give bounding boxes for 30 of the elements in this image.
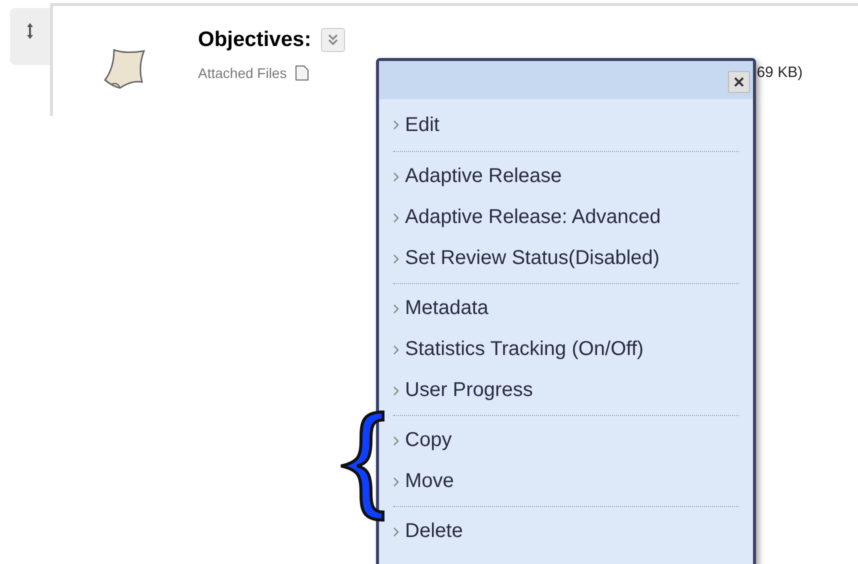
menu-item[interactable]: Metadata: [393, 288, 739, 329]
file-icon[interactable]: [294, 64, 309, 80]
menu-item[interactable]: Adaptive Release: [393, 156, 739, 197]
chevron-icon: [393, 254, 399, 264]
chevron-icon: [393, 120, 399, 130]
item-title: Objectives:: [198, 28, 312, 52]
menu-item[interactable]: Set Review Status(Disabled): [393, 238, 739, 279]
menu-item[interactable]: Move: [393, 461, 739, 502]
attached-files-label: Attached Files: [198, 64, 287, 80]
chevron-icon: [393, 172, 399, 182]
menu-item[interactable]: Adaptive Release: Advanced: [393, 197, 739, 238]
menu-item[interactable]: Delete: [393, 511, 739, 552]
file-size-text: 69 KB): [756, 64, 803, 81]
chevron-icon: [393, 304, 399, 314]
double-chevron-icon: [327, 33, 340, 47]
chevron-icon: [393, 344, 399, 354]
close-icon: [734, 77, 744, 87]
drag-handle[interactable]: [10, 8, 50, 65]
chevron-icon: [393, 212, 399, 222]
options-menu-button[interactable]: [321, 28, 346, 52]
menu-item[interactable]: Copy: [393, 420, 739, 461]
close-button[interactable]: [728, 71, 750, 93]
chevron-icon: [393, 476, 399, 486]
vertical-arrows-icon: [26, 22, 34, 40]
chevron-icon: [393, 436, 399, 446]
menu-item[interactable]: Statistics Tracking (On/Off): [393, 329, 739, 370]
menu-item[interactable]: User Progress: [393, 370, 739, 411]
menu-item[interactable]: Edit: [393, 103, 739, 147]
chevron-icon: [393, 526, 399, 536]
chevron-icon: [393, 386, 399, 396]
